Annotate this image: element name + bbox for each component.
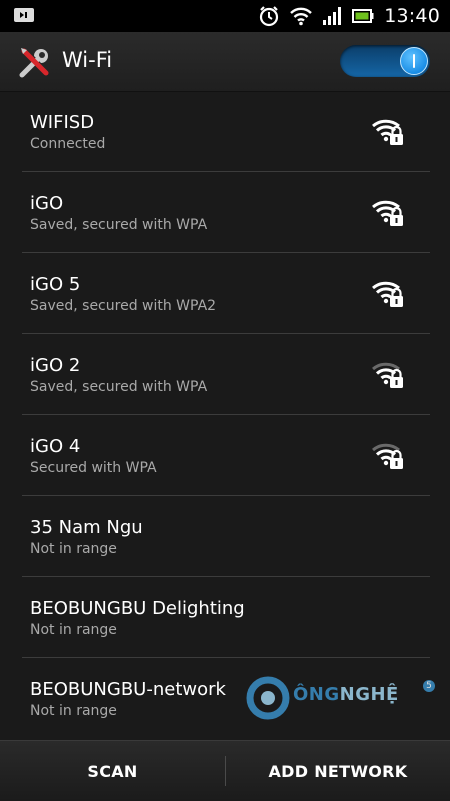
network-item[interactable]: iGO 4 Secured with WPA xyxy=(0,415,450,496)
network-status: Not in range xyxy=(30,622,117,638)
page-title: Wi-Fi xyxy=(62,48,113,72)
network-status: Connected xyxy=(30,136,106,152)
network-status: Saved, secured with WPA2 xyxy=(30,298,217,314)
watermark-badge: 5 xyxy=(423,680,435,692)
signal-icon xyxy=(323,7,342,25)
network-name: iGO 4 xyxy=(30,436,81,457)
wifi-signal-lock-icon xyxy=(371,196,405,228)
network-status: Saved, secured with WPA xyxy=(30,217,208,233)
wifi-signal-lock-icon xyxy=(371,439,405,471)
status-bar: 13:40 xyxy=(0,0,450,32)
network-list: WIFISD Connected iGO Saved, secured with WP… xyxy=(0,91,450,740)
wifi-signal-lock-icon xyxy=(371,358,405,390)
wifi-icon xyxy=(290,7,313,26)
network-name: 35 Nam Ngu xyxy=(30,517,143,538)
network-item[interactable]: 35 Nam Ngu Not in range xyxy=(0,496,450,577)
battery-icon xyxy=(352,9,374,23)
scan-button[interactable]: SCAN xyxy=(0,741,225,801)
network-name: BEOBUNGBU Delighting xyxy=(30,598,245,619)
network-name: iGO 5 xyxy=(30,274,81,295)
notification-icon xyxy=(14,8,34,22)
wifi-signal-lock-icon xyxy=(371,115,405,147)
network-name: BEOBUNGBU-network xyxy=(30,679,226,700)
network-status: Not in range xyxy=(30,703,117,719)
wifi-signal-lock-icon xyxy=(371,277,405,309)
tools-icon[interactable] xyxy=(18,45,52,79)
clock: 13:40 xyxy=(384,5,440,27)
network-name: iGO xyxy=(30,193,64,214)
watermark-text: ÔNGNGHỆ xyxy=(293,684,399,705)
network-item[interactable]: iGO Saved, secured with WPA xyxy=(0,172,450,253)
network-item[interactable]: iGO 5 Saved, secured with WPA2 xyxy=(0,253,450,334)
watermark-part-2: NGHỆ xyxy=(339,684,399,705)
bottom-bar: SCAN ADD NETWORK xyxy=(0,740,450,801)
add-network-button[interactable]: ADD NETWORK xyxy=(226,741,450,801)
network-status: Saved, secured with WPA xyxy=(30,379,208,395)
network-name: WIFISD xyxy=(30,112,95,133)
toggle-knob[interactable] xyxy=(400,47,428,75)
network-item[interactable]: iGO 2 Saved, secured with WPA xyxy=(0,334,450,415)
action-bar: Wi-Fi xyxy=(0,32,450,92)
alarm-icon xyxy=(260,6,279,27)
watermark-part-1: ÔNG xyxy=(293,684,340,705)
network-item[interactable]: WIFISD Connected xyxy=(0,91,450,172)
network-status: Not in range xyxy=(30,541,117,557)
logo-icon xyxy=(246,676,290,720)
network-status: Secured with WPA xyxy=(30,460,157,476)
watermark-logo: ÔNGNGHỆ 5 xyxy=(244,670,439,726)
network-name: iGO 2 xyxy=(30,355,81,376)
wifi-toggle[interactable] xyxy=(340,45,430,77)
network-item[interactable]: BEOBUNGBU Delighting Not in range xyxy=(0,577,450,658)
